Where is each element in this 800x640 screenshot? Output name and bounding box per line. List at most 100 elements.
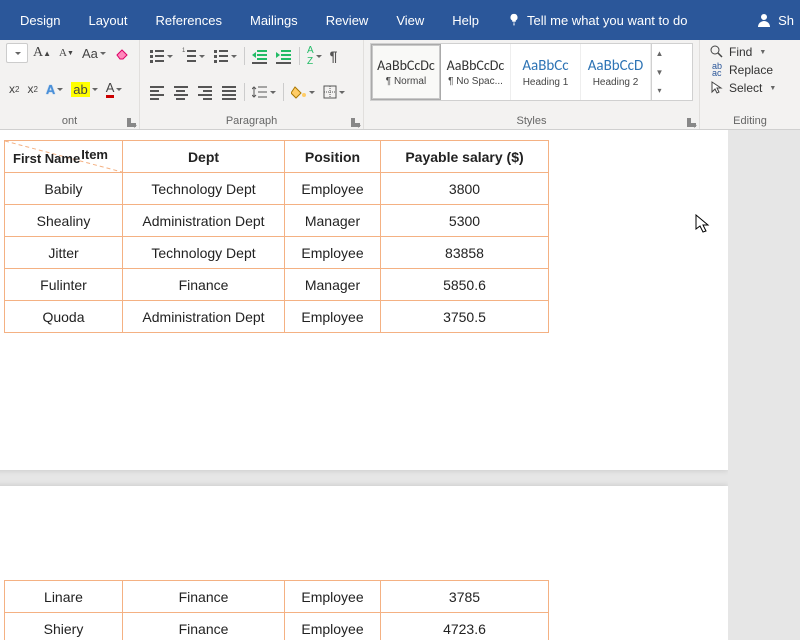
styles-dialog-launcher[interactable] [685, 116, 696, 127]
cell-pos[interactable]: Employee [285, 173, 381, 205]
font-size-dropdown[interactable] [6, 43, 28, 63]
cell-sal[interactable]: 83858 [381, 237, 549, 269]
select-button[interactable]: Select ▼ [706, 79, 794, 97]
align-right-button[interactable] [194, 82, 216, 102]
table-row[interactable]: BabilyTechnology DeptEmployee3800 [5, 173, 549, 205]
cursor-icon [710, 81, 724, 95]
borders-button[interactable] [320, 83, 348, 101]
cell-name[interactable]: Fulinter [5, 269, 123, 301]
cell-name[interactable]: Quoda [5, 301, 123, 333]
tab-design[interactable]: Design [6, 0, 74, 40]
cell-sal[interactable]: 3800 [381, 173, 549, 205]
cell-dept[interactable]: Technology Dept [123, 173, 285, 205]
numbering-button[interactable] [178, 46, 208, 66]
style-caption: ¶ Normal [386, 76, 426, 87]
salary-table-2[interactable]: LinareFinanceEmployee3785 ShieryFinanceE… [4, 580, 549, 640]
tab-layout[interactable]: Layout [74, 0, 141, 40]
cell-dept[interactable]: Finance [123, 581, 285, 613]
increase-indent-button[interactable] [273, 46, 295, 66]
show-hide-marks-button[interactable]: ¶ [327, 46, 341, 66]
shrink-font-button[interactable]: A▼ [56, 45, 77, 61]
cell-pos[interactable]: Employee [285, 613, 381, 640]
sort-button[interactable]: AZ [304, 43, 325, 69]
document-page-2[interactable]: LinareFinanceEmployee3785 ShieryFinanceE… [0, 486, 728, 640]
borders-icon [323, 85, 337, 99]
style-normal[interactable]: AaBbCcDc ¶ Normal [371, 44, 441, 100]
tab-references[interactable]: References [142, 0, 236, 40]
cell-dept[interactable]: Administration Dept [123, 301, 285, 333]
document-page-1[interactable]: Item First Name Dept Position Payable sa… [0, 130, 728, 470]
cell-dept[interactable]: Administration Dept [123, 205, 285, 237]
font-color-button[interactable]: A [103, 78, 126, 100]
style-no-spacing[interactable]: AaBbCcDc ¶ No Spac... [441, 44, 511, 100]
style-preview: AaBbCcDc [377, 57, 435, 74]
editing-group-label: Editing [706, 115, 794, 128]
table-row[interactable]: ShealinyAdministration DeptManager5300 [5, 205, 549, 237]
share-area[interactable]: Sh [756, 12, 800, 28]
justify-button[interactable] [218, 82, 240, 102]
decrease-indent-button[interactable] [249, 46, 271, 66]
cell-sal[interactable]: 3750.5 [381, 301, 549, 333]
highlight-button[interactable]: ab [68, 80, 100, 99]
salary-table[interactable]: Item First Name Dept Position Payable sa… [4, 140, 549, 333]
search-icon [710, 45, 724, 59]
tab-mailings[interactable]: Mailings [236, 0, 312, 40]
cell-sal[interactable]: 5850.6 [381, 269, 549, 301]
document-area: Item First Name Dept Position Payable sa… [0, 130, 800, 640]
cell-dept[interactable]: Technology Dept [123, 237, 285, 269]
grow-font-button[interactable]: A▲ [30, 43, 54, 63]
shading-button[interactable] [288, 83, 318, 101]
line-spacing-button[interactable] [249, 83, 279, 101]
cell-sal[interactable]: 5300 [381, 205, 549, 237]
editing-group: Find ▼ abac Replace Select ▼ Editing [700, 40, 800, 129]
header-salary: Payable salary ($) [381, 141, 549, 173]
select-label: Select [729, 81, 762, 95]
bullets-button[interactable] [146, 46, 176, 66]
tell-me-search[interactable]: Tell me what you want to do [493, 13, 701, 28]
align-center-button[interactable] [170, 82, 192, 102]
cell-dept[interactable]: Finance [123, 613, 285, 640]
right-gutter [728, 130, 800, 640]
find-button[interactable]: Find ▼ [706, 43, 794, 61]
cell-dept[interactable]: Finance [123, 269, 285, 301]
clear-formatting-button[interactable] [111, 43, 133, 63]
cell-pos[interactable]: Manager [285, 269, 381, 301]
superscript-button[interactable]: x2 [24, 80, 40, 98]
cell-name[interactable]: Jitter [5, 237, 123, 269]
style-caption: Heading 2 [593, 77, 639, 88]
table-row[interactable]: QuodaAdministration DeptEmployee3750.5 [5, 301, 549, 333]
cell-pos[interactable]: Manager [285, 205, 381, 237]
header-first-name: First Name [13, 151, 80, 166]
tab-help[interactable]: Help [438, 0, 493, 40]
align-left-button[interactable] [146, 82, 168, 102]
cell-name[interactable]: Shealiny [5, 205, 123, 237]
paragraph-dialog-launcher[interactable] [349, 116, 360, 127]
font-dialog-launcher[interactable] [125, 116, 136, 127]
table-row[interactable]: FulinterFinanceManager5850.6 [5, 269, 549, 301]
cell-sal[interactable]: 3785 [381, 581, 549, 613]
cell-sal[interactable]: 4723.6 [381, 613, 549, 640]
cell-name[interactable]: Babily [5, 173, 123, 205]
paragraph-group-label: Paragraph [146, 115, 357, 128]
text-effects-button[interactable]: A [43, 80, 66, 99]
table-row[interactable]: ShieryFinanceEmployee4723.6 [5, 613, 549, 640]
change-case-button[interactable]: Aa [79, 44, 109, 63]
cell-pos[interactable]: Employee [285, 237, 381, 269]
tell-me-label: Tell me what you want to do [527, 13, 687, 28]
cell-pos[interactable]: Employee [285, 581, 381, 613]
style-heading-2[interactable]: AaBbCcD Heading 2 [581, 44, 651, 100]
style-gallery-expand[interactable]: ▾ [652, 81, 667, 100]
cell-name[interactable]: Linare [5, 581, 123, 613]
tab-view[interactable]: View [382, 0, 438, 40]
multilevel-list-button[interactable] [210, 46, 240, 66]
style-scroll-up[interactable]: ▲ [652, 44, 667, 63]
style-heading-1[interactable]: AaBbCc Heading 1 [511, 44, 581, 100]
subscript-button[interactable]: x2 [6, 80, 22, 98]
table-row[interactable]: JitterTechnology DeptEmployee83858 [5, 237, 549, 269]
table-row[interactable]: LinareFinanceEmployee3785 [5, 581, 549, 613]
replace-button[interactable]: abac Replace [706, 61, 794, 79]
cell-pos[interactable]: Employee [285, 301, 381, 333]
style-scroll-down[interactable]: ▼ [652, 63, 667, 82]
cell-name[interactable]: Shiery [5, 613, 123, 640]
tab-review[interactable]: Review [312, 0, 383, 40]
